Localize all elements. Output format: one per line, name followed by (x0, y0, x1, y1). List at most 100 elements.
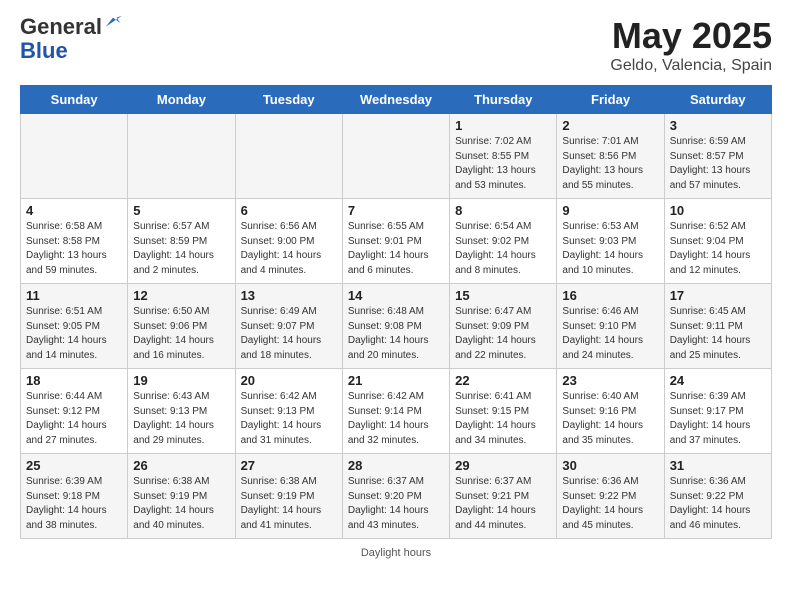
calendar-table: SundayMondayTuesdayWednesdayThursdayFrid… (20, 85, 772, 539)
day-number: 2 (562, 118, 658, 133)
calendar-day-header: Sunday (21, 86, 128, 114)
day-number: 13 (241, 288, 337, 303)
calendar-cell: 13 Sunrise: 6:49 AM Sunset: 9:07 PM Dayli… (235, 284, 342, 369)
day-number: 14 (348, 288, 444, 303)
calendar-week-row: 4Sunrise: 6:58 AM Sunset: 8:58 PM Daylig… (21, 199, 772, 284)
page-subtitle: Geldo, Valencia, Spain (610, 57, 772, 75)
calendar-cell: 21 Sunrise: 6:42 AM Sunset: 9:14 PM Dayli… (342, 369, 449, 454)
day-info: Sunrise: 6:38 AM Sunset: 9:19 PM Dayligh… (133, 475, 229, 533)
day-number: 24 (670, 373, 766, 388)
day-info: Sunrise: 6:37 AM Sunset: 9:20 PM Dayligh… (348, 475, 444, 533)
day-number: 23 (562, 373, 658, 388)
day-info: Sunrise: 6:36 AM Sunset: 9:22 PM Dayligh… (670, 475, 766, 533)
day-info: Sunrise: 6:58 AM Sunset: 8:58 PM Dayligh… (26, 220, 122, 278)
day-info: Sunrise: 6:52 AM Sunset: 9:04 PM Dayligh… (670, 220, 766, 278)
logo: General Blue (20, 15, 122, 63)
day-number: 30 (562, 458, 658, 473)
day-number: 5 (133, 203, 229, 218)
calendar-cell: 12Sunrise: 6:50 AM Sunset: 9:06 PM Dayli… (128, 284, 235, 369)
day-info: Sunrise: 6:43 AM Sunset: 9:13 PM Dayligh… (133, 390, 229, 448)
calendar-cell: 19 Sunrise: 6:43 AM Sunset: 9:13 PM Dayli… (128, 369, 235, 454)
day-number: 10 (670, 203, 766, 218)
calendar-cell: 20 Sunrise: 6:42 AM Sunset: 9:13 PM Dayli… (235, 369, 342, 454)
day-number: 20 (241, 373, 337, 388)
calendar-header-row: SundayMondayTuesdayWednesdayThursdayFrid… (21, 86, 772, 114)
day-info: Sunrise: 6:42 AM Sunset: 9:14 PM Dayligh… (348, 390, 444, 448)
calendar-cell: 27 Sunrise: 6:38 AM Sunset: 9:19 PM Dayli… (235, 454, 342, 539)
calendar-day-header: Tuesday (235, 86, 342, 114)
day-info: Sunrise: 6:50 AM Sunset: 9:06 PM Dayligh… (133, 305, 229, 363)
calendar-cell: 28 Sunrise: 6:37 AM Sunset: 9:20 PM Dayli… (342, 454, 449, 539)
day-info: Sunrise: 6:55 AM Sunset: 9:01 PM Dayligh… (348, 220, 444, 278)
calendar-cell: 7Sunrise: 6:55 AM Sunset: 9:01 PM Daylig… (342, 199, 449, 284)
day-number: 3 (670, 118, 766, 133)
calendar-cell (342, 114, 449, 199)
day-number: 28 (348, 458, 444, 473)
day-info: Sunrise: 6:41 AM Sunset: 9:15 PM Dayligh… (455, 390, 551, 448)
day-info: Sunrise: 6:45 AM Sunset: 9:11 PM Dayligh… (670, 305, 766, 363)
day-number: 29 (455, 458, 551, 473)
logo-general-text: General (20, 15, 102, 39)
calendar-cell: 22 Sunrise: 6:41 AM Sunset: 9:15 PM Dayli… (450, 369, 557, 454)
calendar-cell: 1 Sunrise: 7:02 AM Sunset: 8:55 PM Daylig… (450, 114, 557, 199)
title-block: May 2025 Geldo, Valencia, Spain (610, 15, 772, 75)
day-info: Sunrise: 6:56 AM Sunset: 9:00 PM Dayligh… (241, 220, 337, 278)
calendar-cell: 29 Sunrise: 6:37 AM Sunset: 9:21 PM Dayli… (450, 454, 557, 539)
calendar-day-header: Wednesday (342, 86, 449, 114)
calendar-day-header: Friday (557, 86, 664, 114)
calendar-cell (128, 114, 235, 199)
calendar-cell: 16 Sunrise: 6:46 AM Sunset: 9:10 PM Dayli… (557, 284, 664, 369)
day-info: Sunrise: 7:02 AM Sunset: 8:55 PM Dayligh… (455, 135, 551, 193)
header: General Blue May 2025 Geldo, Valencia, S… (20, 15, 772, 75)
day-info: Sunrise: 6:51 AM Sunset: 9:05 PM Dayligh… (26, 305, 122, 363)
calendar-cell: 14 Sunrise: 6:48 AM Sunset: 9:08 PM Dayli… (342, 284, 449, 369)
calendar-cell: 5Sunrise: 6:57 AM Sunset: 8:59 PM Daylig… (128, 199, 235, 284)
calendar-cell: 18Sunrise: 6:44 AM Sunset: 9:12 PM Dayli… (21, 369, 128, 454)
day-info: Sunrise: 6:38 AM Sunset: 9:19 PM Dayligh… (241, 475, 337, 533)
calendar-day-header: Thursday (450, 86, 557, 114)
calendar-cell: 2 Sunrise: 7:01 AM Sunset: 8:56 PM Daylig… (557, 114, 664, 199)
day-info: Sunrise: 6:40 AM Sunset: 9:16 PM Dayligh… (562, 390, 658, 448)
day-info: Sunrise: 6:59 AM Sunset: 8:57 PM Dayligh… (670, 135, 766, 193)
day-info: Sunrise: 6:48 AM Sunset: 9:08 PM Dayligh… (348, 305, 444, 363)
day-info: Sunrise: 6:37 AM Sunset: 9:21 PM Dayligh… (455, 475, 551, 533)
day-number: 31 (670, 458, 766, 473)
day-number: 1 (455, 118, 551, 133)
day-number: 9 (562, 203, 658, 218)
day-info: Sunrise: 6:49 AM Sunset: 9:07 PM Dayligh… (241, 305, 337, 363)
day-number: 22 (455, 373, 551, 388)
day-number: 19 (133, 373, 229, 388)
logo-blue-text: Blue (20, 39, 122, 63)
day-number: 21 (348, 373, 444, 388)
calendar-cell (235, 114, 342, 199)
calendar-cell: 31 Sunrise: 6:36 AM Sunset: 9:22 PM Dayli… (664, 454, 771, 539)
day-number: 16 (562, 288, 658, 303)
calendar-day-header: Monday (128, 86, 235, 114)
calendar-cell (21, 114, 128, 199)
day-info: Sunrise: 6:46 AM Sunset: 9:10 PM Dayligh… (562, 305, 658, 363)
logo-bird-icon (104, 14, 122, 32)
calendar-cell: 10 Sunrise: 6:52 AM Sunset: 9:04 PM Dayli… (664, 199, 771, 284)
calendar-cell: 3 Sunrise: 6:59 AM Sunset: 8:57 PM Daylig… (664, 114, 771, 199)
day-number: 8 (455, 203, 551, 218)
day-number: 17 (670, 288, 766, 303)
calendar-cell: 6Sunrise: 6:56 AM Sunset: 9:00 PM Daylig… (235, 199, 342, 284)
day-number: 26 (133, 458, 229, 473)
calendar-week-row: 11 Sunrise: 6:51 AM Sunset: 9:05 PM Dayli… (21, 284, 772, 369)
calendar-cell: 30Sunrise: 6:36 AM Sunset: 9:22 PM Dayli… (557, 454, 664, 539)
day-info: Sunrise: 6:39 AM Sunset: 9:17 PM Dayligh… (670, 390, 766, 448)
day-number: 25 (26, 458, 122, 473)
day-info: Sunrise: 6:42 AM Sunset: 9:13 PM Dayligh… (241, 390, 337, 448)
calendar-cell: 24 Sunrise: 6:39 AM Sunset: 9:17 PM Dayli… (664, 369, 771, 454)
calendar-week-row: 1 Sunrise: 7:02 AM Sunset: 8:55 PM Daylig… (21, 114, 772, 199)
calendar-cell: 15Sunrise: 6:47 AM Sunset: 9:09 PM Dayli… (450, 284, 557, 369)
day-info: Sunrise: 7:01 AM Sunset: 8:56 PM Dayligh… (562, 135, 658, 193)
footer: Daylight hours (20, 547, 772, 559)
day-info: Sunrise: 6:44 AM Sunset: 9:12 PM Dayligh… (26, 390, 122, 448)
calendar-cell: 11 Sunrise: 6:51 AM Sunset: 9:05 PM Dayli… (21, 284, 128, 369)
day-number: 27 (241, 458, 337, 473)
calendar-cell: 9Sunrise: 6:53 AM Sunset: 9:03 PM Daylig… (557, 199, 664, 284)
calendar-week-row: 25Sunrise: 6:39 AM Sunset: 9:18 PM Dayli… (21, 454, 772, 539)
day-number: 11 (26, 288, 122, 303)
page: General Blue May 2025 Geldo, Valencia, S… (0, 0, 792, 574)
